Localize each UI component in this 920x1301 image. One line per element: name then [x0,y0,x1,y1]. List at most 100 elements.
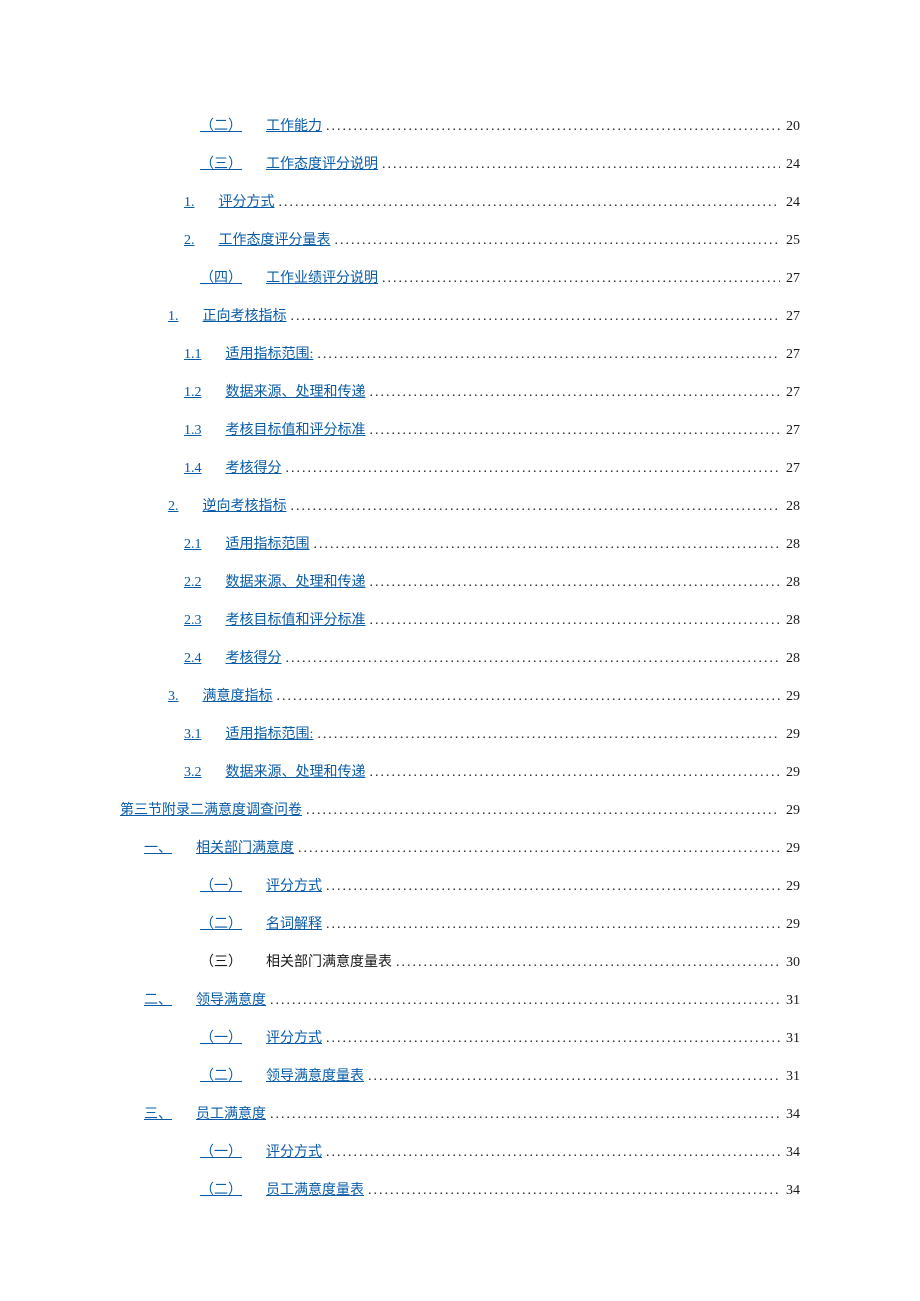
toc-entry-number[interactable]: 2.2 [184,575,226,591]
toc-entry-number[interactable]: 1. [184,195,219,211]
toc-entry-page: 29 [780,879,800,895]
toc-entry: 1.3考核目标值和评分标准 27 [120,419,800,439]
toc-entry-title[interactable]: 数据来源、处理和传递 [226,571,366,591]
toc-dot-leader [366,423,781,439]
toc-entry-title[interactable]: 工作态度评分量表 [219,229,331,249]
toc-entry-number[interactable]: 2.1 [184,537,226,553]
toc-entry-title[interactable]: 数据来源、处理和传递 [226,761,366,781]
toc-entry-page: 29 [780,727,800,743]
toc-entry-number[interactable]: （二） [200,913,266,933]
toc-entry: 一、相关部门满意度 29 [120,837,800,857]
toc-entry-title[interactable]: 领导满意度 [196,989,266,1009]
toc-entry: （二）领导满意度量表31 [120,1065,800,1085]
toc-entry-number[interactable]: （一） [200,875,266,895]
toc-dot-leader [378,157,780,173]
toc-entry-number[interactable]: （四） [200,267,266,287]
toc-entry-page: 25 [780,233,800,249]
toc-entry: （三）工作态度评分说明24 [120,153,800,173]
toc-entry-title[interactable]: 工作业绩评分说明 [266,267,378,287]
toc-dot-leader [287,309,781,325]
toc-entry-title: 相关部门满意度量表 [266,951,392,971]
toc-dot-leader [273,689,781,705]
toc-entry-title[interactable]: 考核目标值和评分标准 [226,609,366,629]
toc-entry-number[interactable]: 2. [184,233,219,249]
toc-entry-title[interactable]: 第三节附录二满意度调查问卷 [120,799,302,819]
toc-entry-number[interactable]: 2. [168,499,203,515]
toc-entry-page: 24 [780,195,800,211]
toc-entry-number[interactable]: 3.2 [184,765,226,781]
toc-entry-title[interactable]: 相关部门满意度 [196,837,294,857]
toc-entry: 2.1适用指标范围 28 [120,533,800,553]
toc-entry: （四）工作业绩评分说明 27 [120,267,800,287]
toc-entry-number[interactable]: 1.1 [184,347,226,363]
toc-entry-title[interactable]: 考核得分 [226,457,282,477]
toc-entry-page: 28 [780,537,800,553]
toc-entry-title[interactable]: 工作能力 [266,115,322,135]
toc-entry-number[interactable]: 2.4 [184,651,226,667]
toc-entry-title[interactable]: 逆向考核指标 [203,495,287,515]
toc-entry-number[interactable]: 1. [168,309,203,325]
toc-dot-leader [322,1031,780,1047]
toc-entry-number[interactable]: 1.4 [184,461,226,477]
toc-entry: 2.2数据来源、处理和传递28 [120,571,800,591]
toc-dot-leader [294,841,780,857]
toc-entry: 二、领导满意度31 [120,989,800,1009]
toc-entry-number[interactable]: （一） [200,1141,266,1161]
toc-entry-title[interactable]: 领导满意度量表 [266,1065,364,1085]
toc-dot-leader [275,195,781,211]
toc-entry-number[interactable]: 3. [168,689,203,705]
toc-entry-page: 30 [780,955,800,971]
toc-entry-page: 27 [780,347,800,363]
toc-entry-title[interactable]: 评分方式 [219,191,275,211]
toc-entry-title[interactable]: 员工满意度量表 [266,1179,364,1199]
toc-entry-number[interactable]: 3.1 [184,727,226,743]
toc-entry-title[interactable]: 名词解释 [266,913,322,933]
toc-entry: 2.工作态度评分量表 25 [120,229,800,249]
toc-entry-number[interactable]: （二） [200,1179,266,1199]
toc-entry-page: 29 [780,803,800,819]
toc-entry: （一）评分方式31 [120,1027,800,1047]
toc-entry: 3.2数据来源、处理和传递29 [120,761,800,781]
toc-entry: 2.3考核目标值和评分标准 28 [120,609,800,629]
toc-entry-title[interactable]: 工作态度评分说明 [266,153,378,173]
toc-entry-title[interactable]: 正向考核指标 [203,305,287,325]
toc-entry: 2.4考核得分28 [120,647,800,667]
toc-entry-page: 27 [780,271,800,287]
toc-entry-title[interactable]: 评分方式 [266,1027,322,1047]
toc-entry-page: 29 [780,841,800,857]
toc-entry-number[interactable]: （二） [200,1065,266,1085]
toc-entry-title[interactable]: 适用指标范围 [226,533,310,553]
toc-entry-title[interactable]: 评分方式 [266,1141,322,1161]
toc-entry-number[interactable]: 二、 [144,989,196,1009]
toc-entry: 3.满意度指标29 [120,685,800,705]
toc-entry: （三）相关部门满意度量表 30 [120,951,800,971]
toc-entry-title[interactable]: 评分方式 [266,875,322,895]
toc-entry-title[interactable]: 适用指标范围: [226,723,314,743]
toc-entry-number[interactable]: 1.3 [184,423,226,439]
toc-entry-page: 27 [780,423,800,439]
toc-entry-number[interactable]: （二） [200,115,266,135]
toc-dot-leader [366,613,781,629]
toc-entry: 第三节附录二满意度调查问卷 29 [120,799,800,819]
toc-entry-page: 28 [780,613,800,629]
toc-entry-number[interactable]: 一、 [144,837,196,857]
toc-entry-page: 27 [780,385,800,401]
toc-entry-title[interactable]: 员工满意度 [196,1103,266,1123]
toc-entry-title[interactable]: 适用指标范围: [226,343,314,363]
toc-entry-title[interactable]: 考核得分 [226,647,282,667]
toc-dot-leader [378,271,780,287]
toc-entry-number[interactable]: （一） [200,1027,266,1047]
toc-entry-title[interactable]: 数据来源、处理和传递 [226,381,366,401]
toc-entry-number[interactable]: 2.3 [184,613,226,629]
toc-entry-title[interactable]: 考核目标值和评分标准 [226,419,366,439]
toc-entry-title[interactable]: 满意度指标 [203,685,273,705]
toc-entry: 2.逆向考核指标28 [120,495,800,515]
toc-entry-number[interactable]: 三、 [144,1103,196,1123]
toc-entry-number[interactable]: 1.2 [184,385,226,401]
toc-dot-leader [366,385,781,401]
toc-entry: （一）评分方式34 [120,1141,800,1161]
toc-entry-page: 34 [780,1183,800,1199]
toc-entry-number[interactable]: （三） [200,153,266,173]
toc-entry-page: 27 [780,309,800,325]
toc-entry-number: （三） [200,951,266,971]
